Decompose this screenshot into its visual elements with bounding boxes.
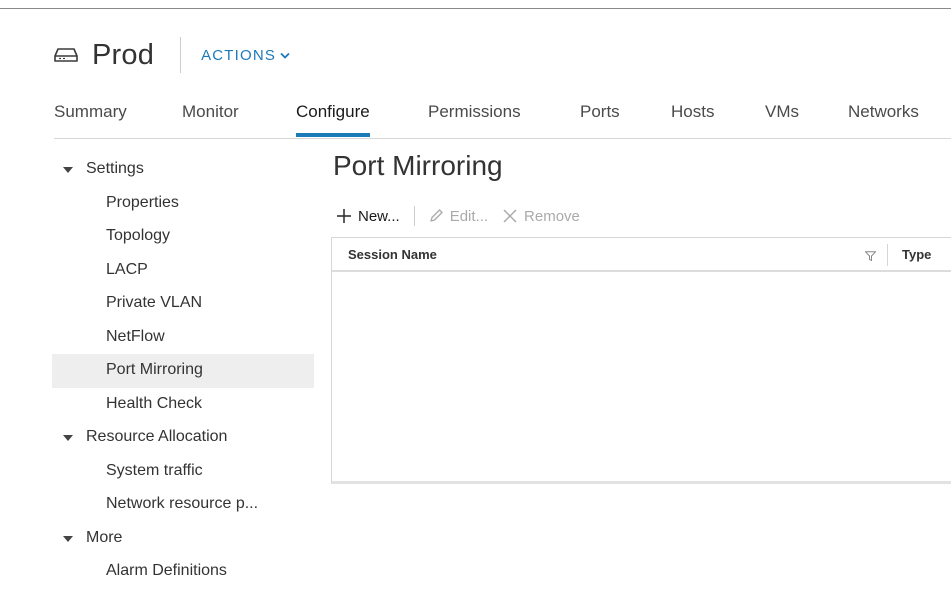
tab-networks[interactable]: Networks [848, 102, 919, 132]
tree-item-label: NetFlow [106, 327, 165, 345]
actions-label: ACTIONS [201, 46, 277, 64]
tab-hosts[interactable]: Hosts [671, 102, 714, 132]
pencil-icon [430, 209, 443, 222]
column-header-session-name[interactable]: Session Name [348, 247, 437, 262]
tree-item-network-resource-pools[interactable]: Network resource p... [52, 488, 314, 522]
tree-group-label: More [86, 528, 123, 546]
tree-item-properties[interactable]: Properties [52, 187, 314, 221]
edit-button[interactable]: Edit... [428, 208, 488, 225]
distributed-switch-icon [54, 45, 80, 65]
tree-item-label: Alarm Definitions [106, 562, 227, 579]
tree-group-label: Resource Allocation [86, 428, 228, 445]
tree-item-label: Topology [106, 227, 171, 244]
tree-group-label: Settings [86, 160, 144, 177]
header-divider [180, 37, 182, 73]
tree-item-health-check[interactable]: Health Check [52, 388, 314, 422]
tree-item-alarm-definitions[interactable]: Alarm Definitions [52, 555, 314, 589]
new-button[interactable]: New... [336, 208, 400, 225]
tab-summary[interactable]: Summary [54, 102, 127, 132]
column-header-type[interactable]: Type [902, 247, 931, 262]
tree-group-settings[interactable]: Settings [52, 153, 314, 187]
section-title: Port Mirroring [333, 150, 503, 181]
chevron-down-icon [280, 52, 290, 59]
object-header: Prod ACTIONS [54, 36, 290, 74]
configure-nav-tree: Settings Properties Topology LACP Privat… [52, 153, 314, 589]
tree-item-lacp[interactable]: LACP [52, 254, 314, 288]
plus-icon [337, 209, 351, 223]
object-tabs: Summary Monitor Configure Permissions Po… [54, 96, 951, 139]
tree-item-label: LACP [106, 260, 148, 278]
caret-down-icon[interactable] [63, 435, 73, 441]
new-button-label: New... [358, 207, 400, 225]
grid-toolbar: New... Edit... Remove [336, 203, 580, 229]
tree-item-port-mirroring[interactable]: Port Mirroring [52, 354, 314, 388]
sessions-datagrid: Session Name Type [331, 237, 951, 484]
actions-menu-button[interactable]: ACTIONS [201, 47, 290, 64]
tab-monitor[interactable]: Monitor [182, 102, 239, 132]
tree-item-netflow[interactable]: NetFlow [52, 321, 314, 355]
tree-item-label: System traffic [106, 461, 203, 479]
tab-vms[interactable]: VMs [765, 102, 799, 132]
filter-icon[interactable] [864, 249, 877, 264]
tree-item-topology[interactable]: Topology [52, 220, 314, 254]
window-top-border [0, 8, 951, 9]
remove-button-label: Remove [524, 207, 580, 225]
caret-down-icon[interactable] [63, 535, 73, 542]
tree-item-label: Port Mirroring [106, 361, 203, 378]
tree-item-label: Properties [106, 193, 179, 211]
edit-button-label: Edit... [449, 207, 489, 225]
caret-down-icon[interactable] [63, 167, 73, 173]
datagrid-body [332, 272, 951, 477]
tree-item-system-traffic[interactable]: System traffic [52, 455, 314, 489]
remove-button[interactable]: Remove [502, 208, 580, 225]
tab-permissions[interactable]: Permissions [428, 102, 521, 132]
page-object-title: Prod [92, 38, 155, 71]
tree-group-more[interactable]: More [52, 522, 314, 556]
tab-ports[interactable]: Ports [580, 102, 620, 132]
tree-item-label: Network resource p... [106, 495, 259, 512]
x-icon [503, 209, 517, 223]
column-divider[interactable] [887, 244, 888, 266]
tree-item-label: Health Check [106, 394, 203, 412]
toolbar-divider [413, 206, 415, 226]
datagrid-header: Session Name Type [332, 238, 951, 272]
tree-item-label: Private VLAN [106, 294, 203, 311]
tree-group-resource-allocation[interactable]: Resource Allocation [52, 421, 314, 455]
tab-configure[interactable]: Configure [296, 102, 370, 137]
tree-item-private-vlan[interactable]: Private VLAN [52, 287, 314, 321]
